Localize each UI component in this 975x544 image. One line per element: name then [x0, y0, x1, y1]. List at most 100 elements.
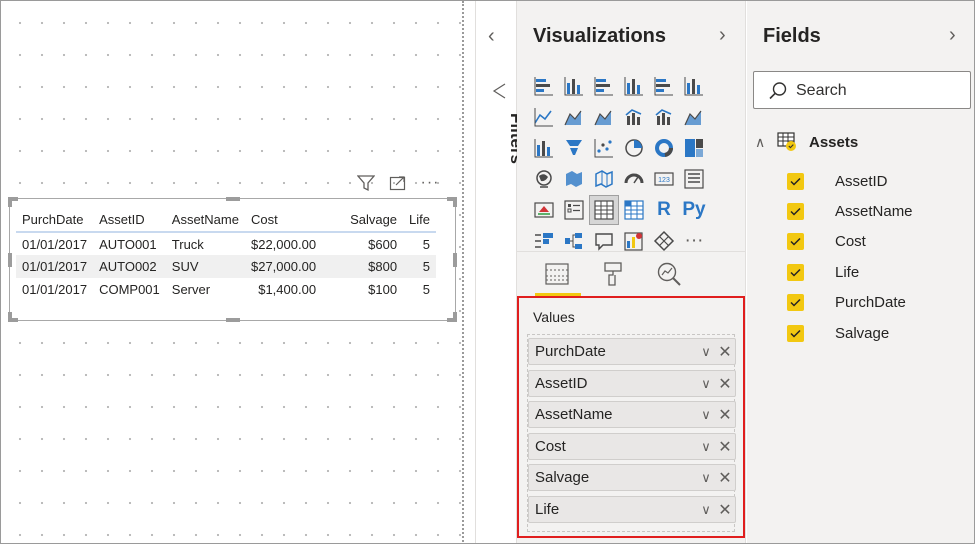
value-field-pill[interactable]: Salvage ∨ ✕ [528, 464, 736, 491]
field-item-assetid[interactable]: AssetID [787, 173, 888, 190]
svg-text:123: 123 [658, 177, 670, 184]
clustered-bar-chart-icon[interactable] [589, 71, 619, 101]
collapse-visualizations-chevron-icon[interactable]: › [719, 24, 726, 47]
chevron-down-icon[interactable]: ∨ [697, 376, 715, 392]
format-tab-icon[interactable] [599, 259, 627, 289]
analytics-tab-icon[interactable] [655, 259, 683, 289]
scatter-chart-icon[interactable] [589, 133, 619, 163]
shape-map-icon[interactable] [589, 164, 619, 194]
value-field-pill[interactable]: AssetName ∨ ✕ [528, 401, 736, 428]
chevron-down-icon[interactable]: ∨ [697, 470, 715, 486]
waterfall-chart-icon[interactable] [529, 133, 559, 163]
field-checkbox[interactable] [787, 264, 804, 281]
column-header-life[interactable]: Life [403, 207, 437, 233]
table-name: Assets [809, 133, 859, 151]
field-checkbox[interactable] [787, 173, 804, 190]
field-checkbox[interactable] [787, 203, 804, 220]
resize-handle[interactable] [8, 253, 12, 267]
resize-handle[interactable] [8, 312, 12, 322]
remove-field-close-icon[interactable]: ✕ [715, 468, 735, 488]
field-item-life[interactable]: Life [787, 264, 859, 281]
filled-map-icon[interactable] [559, 164, 589, 194]
filters-funnel-icon [492, 83, 506, 104]
table-cell: SUV [165, 255, 245, 278]
field-checkbox[interactable] [787, 294, 804, 311]
matrix-icon[interactable] [619, 195, 649, 225]
100-stacked-bar-chart-icon[interactable] [649, 71, 679, 101]
remove-field-close-icon[interactable]: ✕ [715, 405, 735, 425]
resize-handle[interactable] [453, 197, 457, 207]
field-item-assetname[interactable]: AssetName [787, 203, 913, 220]
donut-chart-icon[interactable] [649, 133, 679, 163]
column-header-cost[interactable]: Cost [244, 207, 323, 233]
field-item-purchdate[interactable]: PurchDate [787, 294, 906, 311]
visualizations-title: Visualizations [533, 25, 667, 47]
funnel-chart-icon[interactable] [559, 133, 589, 163]
collapse-chevron-icon[interactable]: ∧ [755, 134, 773, 151]
value-field-pill[interactable]: AssetID ∨ ✕ [528, 370, 736, 397]
card-icon[interactable]: 123 [649, 164, 679, 194]
pie-chart-icon[interactable] [619, 133, 649, 163]
chevron-down-icon[interactable]: ∨ [697, 439, 715, 455]
value-field-pill[interactable]: Life ∨ ✕ [528, 496, 736, 523]
chevron-down-icon[interactable]: ∨ [697, 407, 715, 423]
multi-row-card-icon[interactable] [679, 164, 709, 194]
values-well-highlight: Values PurchDate ∨ ✕ AssetID ∨ ✕ AssetNa… [517, 296, 745, 538]
remove-field-close-icon[interactable]: ✕ [715, 500, 735, 520]
filters-pane-collapsed[interactable]: ‹ Filters [475, 1, 526, 543]
more-visuals-glyph: ··· [684, 230, 704, 251]
visualizations-pane: Visualizations › 123 R Py ··· Values PurchD… [517, 1, 746, 543]
column-header-purchdate[interactable]: PurchDate [16, 207, 94, 233]
table-cell: 01/01/2017 [16, 255, 94, 278]
ribbon-chart-icon[interactable] [679, 102, 709, 132]
more-options-icon[interactable]: ··· [419, 173, 441, 193]
resize-handle[interactable] [8, 197, 12, 207]
value-field-pill[interactable]: Cost ∨ ✕ [528, 433, 736, 460]
clustered-column-chart-icon[interactable] [619, 71, 649, 101]
line-and-clustered-column-chart-icon[interactable] [649, 102, 679, 132]
stacked-area-chart-icon[interactable] [589, 102, 619, 132]
table-header-row: PurchDate AssetID AssetName Cost Salvage… [16, 207, 437, 233]
focus-mode-icon[interactable] [387, 173, 409, 193]
column-header-assetid[interactable]: AssetID [93, 207, 166, 233]
field-checkbox[interactable] [787, 325, 804, 342]
line-chart-icon[interactable] [529, 102, 559, 132]
column-header-assetname[interactable]: AssetName [165, 207, 245, 233]
fields-tab-icon[interactable] [543, 259, 571, 289]
python-visual-icon[interactable]: Py [679, 195, 709, 225]
treemap-icon[interactable] [679, 133, 709, 163]
slicer-icon[interactable] [559, 195, 589, 225]
resize-handle[interactable] [226, 318, 240, 322]
kpi-icon[interactable] [529, 195, 559, 225]
expand-filters-chevron-icon[interactable]: ‹ [488, 25, 495, 48]
filter-icon[interactable] [355, 173, 377, 193]
map-icon[interactable] [529, 164, 559, 194]
search-input[interactable] [796, 80, 956, 102]
field-item-salvage[interactable]: Salvage [787, 325, 889, 342]
field-item-cost[interactable]: Cost [787, 233, 866, 250]
value-field-pill[interactable]: PurchDate ∨ ✕ [528, 338, 736, 365]
remove-field-close-icon[interactable]: ✕ [715, 342, 735, 362]
gauge-icon[interactable] [619, 164, 649, 194]
resize-handle[interactable] [453, 253, 457, 267]
resize-handle[interactable] [226, 197, 240, 201]
area-chart-icon[interactable] [559, 102, 589, 132]
stacked-bar-chart-icon[interactable] [529, 71, 559, 101]
table-node-assets[interactable]: ∧ Assets [755, 131, 858, 153]
remove-field-close-icon[interactable]: ✕ [715, 437, 735, 457]
table-cell: 5 [403, 255, 437, 278]
r-script-visual-icon[interactable]: R [649, 195, 679, 225]
table-icon[interactable] [589, 195, 619, 225]
fields-search-box[interactable] [753, 71, 971, 109]
table-visual[interactable]: PurchDate AssetID AssetName Cost Salvage… [8, 197, 457, 322]
remove-field-close-icon[interactable]: ✕ [715, 374, 735, 394]
chevron-down-icon[interactable]: ∨ [697, 502, 715, 518]
collapse-fields-chevron-icon[interactable]: › [949, 24, 956, 47]
chevron-down-icon[interactable]: ∨ [697, 344, 715, 360]
stacked-column-chart-icon[interactable] [559, 71, 589, 101]
line-and-stacked-column-chart-icon[interactable] [619, 102, 649, 132]
resize-handle[interactable] [453, 312, 457, 322]
100-stacked-column-chart-icon[interactable] [679, 71, 709, 101]
field-checkbox[interactable] [787, 233, 804, 250]
column-header-salvage[interactable]: Salvage [322, 207, 404, 233]
